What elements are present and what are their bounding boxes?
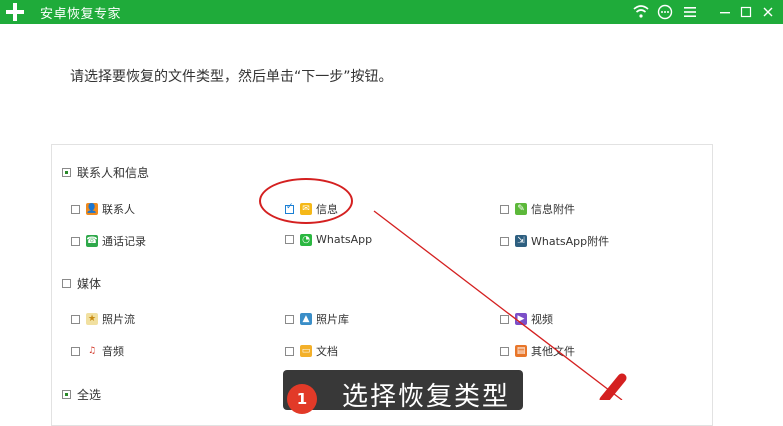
step-number-badge: 1 [287,384,317,414]
annotation-text: 选择恢复类型 [342,382,511,412]
annotation-arrow [373,210,627,400]
